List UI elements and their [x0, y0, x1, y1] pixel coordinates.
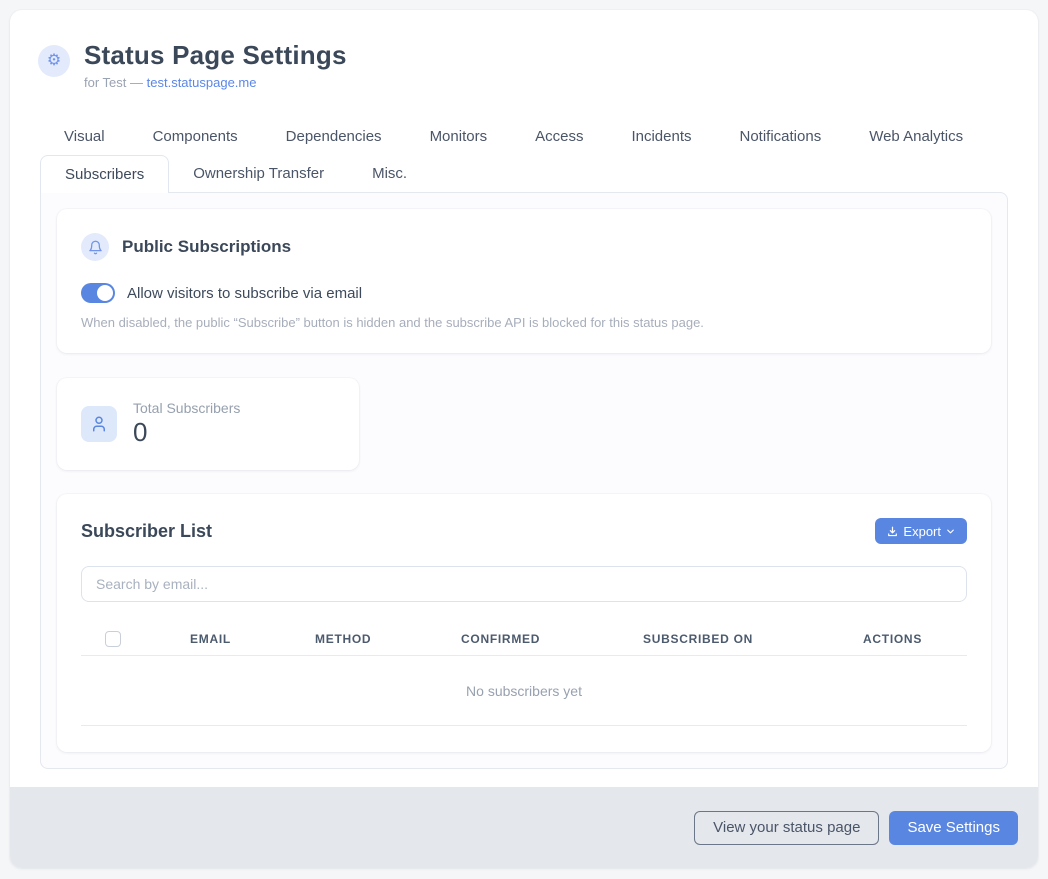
- subscribers-table: EMAIL METHOD CONFIRMED SUBSCRIBED ON ACT…: [81, 622, 967, 752]
- total-subscribers-card: Total Subscribers 0: [57, 378, 359, 470]
- page-background: ⚙ Status Page Settings for Test — test.s…: [0, 0, 1048, 879]
- tab-visual[interactable]: Visual: [40, 118, 129, 155]
- empty-state-message: No subscribers yet: [466, 683, 582, 699]
- search-input[interactable]: [81, 566, 967, 602]
- subscriber-list-title: Subscriber List: [81, 521, 212, 542]
- column-header-actions: ACTIONS: [863, 632, 967, 646]
- view-status-page-button[interactable]: View your status page: [694, 811, 879, 845]
- export-button-label: Export: [903, 524, 941, 539]
- column-header-method: METHOD: [315, 632, 461, 646]
- list-bottom-padding: [81, 726, 967, 752]
- tabs-container: Visual Components Dependencies Monitors …: [10, 118, 1038, 192]
- tab-subscribers-active[interactable]: Subscribers: [40, 155, 169, 193]
- page-title: Status Page Settings: [84, 40, 347, 71]
- toggle-helper-text: When disabled, the public “Subscribe” bu…: [81, 315, 967, 330]
- chevron-down-icon: [945, 526, 956, 537]
- gear-icon: ⚙: [38, 45, 70, 77]
- bell-icon: [81, 233, 109, 261]
- subscriber-list-card: Subscriber List Export EMAIL METHOD CONF…: [57, 494, 991, 752]
- person-icon: [81, 406, 117, 442]
- header-text: Status Page Settings for Test — test.sta…: [84, 40, 347, 90]
- status-page-link[interactable]: test.statuspage.me: [147, 75, 257, 90]
- column-header-confirmed: CONFIRMED: [461, 632, 643, 646]
- tab-misc[interactable]: Misc.: [348, 155, 431, 192]
- public-subscriptions-title: Public Subscriptions: [122, 237, 291, 257]
- settings-window: ⚙ Status Page Settings for Test — test.s…: [10, 10, 1038, 868]
- save-settings-button[interactable]: Save Settings: [889, 811, 1018, 845]
- page-header: ⚙ Status Page Settings for Test — test.s…: [10, 10, 1038, 90]
- tab-notifications[interactable]: Notifications: [716, 118, 846, 155]
- footer-action-bar: View your status page Save Settings: [10, 787, 1038, 868]
- stat-text: Total Subscribers 0: [133, 400, 240, 448]
- public-subscriptions-card: Public Subscriptions Allow visitors to s…: [57, 209, 991, 353]
- export-button[interactable]: Export: [875, 518, 967, 544]
- toggle-knob: [97, 285, 113, 301]
- tab-access[interactable]: Access: [511, 118, 607, 155]
- tab-ownership-transfer[interactable]: Ownership Transfer: [169, 155, 348, 192]
- tab-monitors[interactable]: Monitors: [406, 118, 512, 155]
- stat-value: 0: [133, 417, 240, 448]
- public-subscriptions-header: Public Subscriptions: [81, 233, 967, 261]
- column-header-subscribed-on: SUBSCRIBED ON: [643, 632, 863, 646]
- tab-components[interactable]: Components: [129, 118, 262, 155]
- tab-incidents[interactable]: Incidents: [607, 118, 715, 155]
- stat-label: Total Subscribers: [133, 400, 240, 416]
- tab-row-primary: Visual Components Dependencies Monitors …: [40, 118, 1008, 155]
- tab-web-analytics[interactable]: Web Analytics: [845, 118, 987, 155]
- empty-state-row: No subscribers yet: [81, 656, 967, 726]
- page-subtitle: for Test — test.statuspage.me: [84, 75, 347, 90]
- column-header-email: EMAIL: [190, 632, 315, 646]
- select-all-checkbox[interactable]: [105, 631, 121, 647]
- toggle-label: Allow visitors to subscribe via email: [127, 285, 362, 302]
- allow-subscribe-toggle[interactable]: [81, 283, 115, 303]
- subtitle-prefix: for Test —: [84, 75, 147, 90]
- subscriber-list-header: Subscriber List Export: [81, 518, 967, 544]
- select-all-cell: [81, 631, 190, 647]
- download-icon: [886, 525, 899, 538]
- tab-dependencies[interactable]: Dependencies: [262, 118, 406, 155]
- tab-row-secondary: Subscribers Ownership Transfer Misc.: [40, 155, 1008, 192]
- subscribe-toggle-row: Allow visitors to subscribe via email: [81, 283, 967, 303]
- table-header-row: EMAIL METHOD CONFIRMED SUBSCRIBED ON ACT…: [81, 622, 967, 656]
- subscribers-tab-panel: Public Subscriptions Allow visitors to s…: [40, 192, 1008, 769]
